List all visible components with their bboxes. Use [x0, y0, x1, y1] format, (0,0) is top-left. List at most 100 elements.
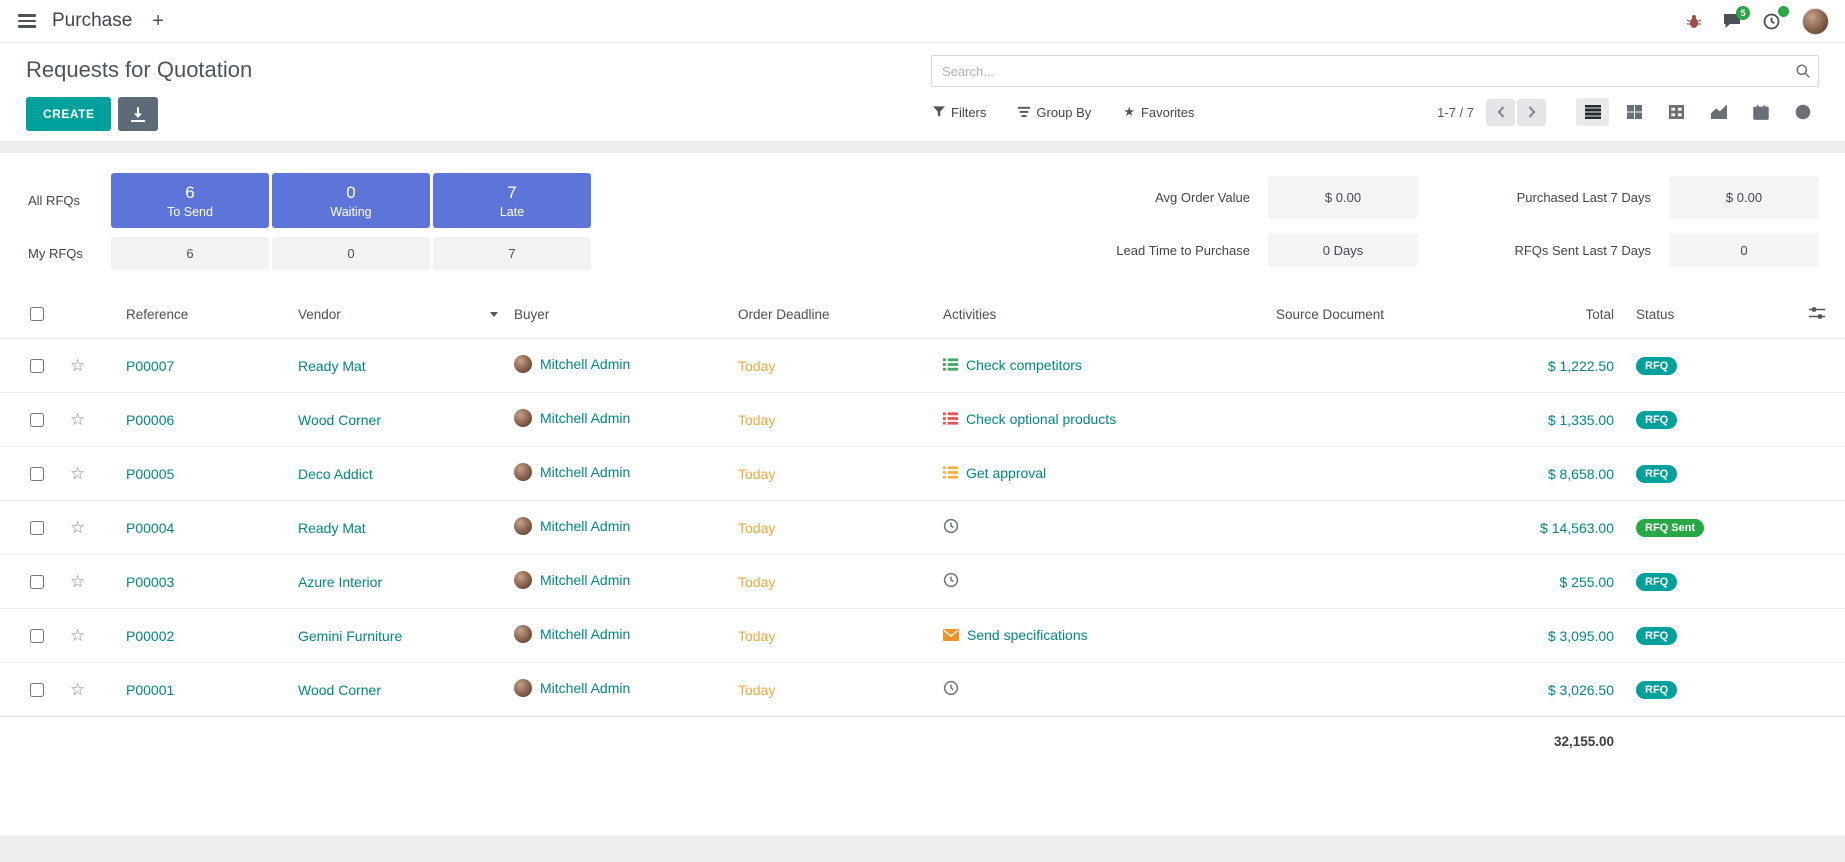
vendor-cell: Deco Addict — [290, 447, 506, 501]
favorite-star-icon[interactable]: ☆ — [70, 627, 85, 644]
activity-icon[interactable] — [943, 466, 958, 479]
activity-icon[interactable] — [943, 629, 959, 641]
favorites-button[interactable]: ★ Favorites — [1121, 100, 1196, 124]
late-count: 7 — [507, 183, 516, 203]
order-deadline-cell: Today — [730, 447, 935, 501]
app-name[interactable]: Purchase — [52, 10, 132, 32]
activity-icon[interactable] — [943, 412, 958, 425]
reference-cell: P00002 — [118, 609, 290, 663]
search-icon[interactable] — [1791, 59, 1815, 86]
view-switcher-list[interactable] — [1576, 98, 1609, 126]
tile-my-late[interactable]: 7 — [433, 237, 591, 270]
purchased-last-7-days: $ 0.00 — [1669, 176, 1819, 219]
row-checkbox[interactable] — [30, 521, 44, 535]
row-checkbox[interactable] — [30, 683, 44, 697]
table-row[interactable]: ☆ P00001 Wood Corner Mitchell Admin Toda… — [0, 663, 1845, 717]
pager-previous-button[interactable] — [1486, 99, 1515, 126]
row-checkbox[interactable] — [30, 467, 44, 481]
table-row[interactable]: ☆ P00005 Deco Addict Mitchell Admin Toda… — [0, 447, 1845, 501]
favorite-star-icon[interactable]: ☆ — [70, 519, 85, 536]
reference-cell: P00003 — [118, 555, 290, 609]
table-row[interactable]: ☆ P00007 Ready Mat Mitchell Admin Today … — [0, 339, 1845, 393]
activity-icon[interactable] — [943, 518, 959, 534]
favorite-star-icon[interactable]: ☆ — [70, 465, 85, 482]
total-cell: $ 255.00 — [1448, 555, 1628, 609]
table-row[interactable]: ☆ P00003 Azure Interior Mitchell Admin T… — [0, 555, 1845, 609]
vendor-cell: Gemini Furniture — [290, 609, 506, 663]
row-checkbox[interactable] — [30, 359, 44, 373]
view-switcher-kanban[interactable] — [1618, 98, 1651, 126]
activity-label[interactable]: Send specifications — [967, 627, 1088, 643]
filters-button[interactable]: Filters — [931, 100, 988, 124]
tile-late[interactable]: 7 Late — [433, 173, 591, 228]
table-row[interactable]: ☆ P00006 Wood Corner Mitchell Admin Toda… — [0, 393, 1845, 447]
activity-icon[interactable] — [943, 572, 959, 588]
buyer-avatar — [514, 625, 532, 643]
status-badge: RFQ — [1636, 573, 1677, 591]
header-status[interactable]: Status — [1628, 290, 1768, 339]
lead-time-value: 0 Days — [1268, 233, 1418, 267]
view-switcher-calendar[interactable] — [1744, 98, 1777, 126]
messages-button[interactable]: 5 — [1723, 13, 1741, 29]
activities-cell: Check optional products — [935, 393, 1268, 447]
activity-label[interactable]: Check competitors — [966, 357, 1082, 373]
activity-icon[interactable] — [943, 680, 959, 696]
row-checkbox[interactable] — [30, 575, 44, 589]
total-cell: $ 14,563.00 — [1448, 501, 1628, 555]
activity-label[interactable]: Check optional products — [966, 411, 1116, 427]
activity-label[interactable]: Get approval — [966, 465, 1046, 481]
favorite-star-icon[interactable]: ☆ — [70, 411, 85, 428]
table-row[interactable]: ☆ P00004 Ready Mat Mitchell Admin Today … — [0, 501, 1845, 555]
pivot-view-icon — [1669, 105, 1684, 119]
total-cell: $ 3,095.00 — [1448, 609, 1628, 663]
header-total[interactable]: Total — [1448, 290, 1628, 339]
header-reference[interactable]: Reference — [118, 290, 290, 339]
buyer-avatar — [514, 517, 532, 535]
create-button[interactable]: CREATE — [26, 97, 111, 131]
header-activities[interactable]: Activities — [935, 290, 1268, 339]
row-checkbox[interactable] — [30, 413, 44, 427]
tile-my-waiting[interactable]: 0 — [272, 237, 430, 270]
list-view-icon — [1585, 105, 1601, 119]
kanban-view-icon — [1627, 105, 1642, 119]
user-avatar[interactable] — [1802, 8, 1829, 35]
favorites-star-icon: ★ — [1123, 104, 1135, 120]
header-vendor[interactable]: Vendor — [290, 290, 506, 339]
buyer-cell: Mitchell Admin — [506, 447, 730, 501]
favorite-star-icon[interactable]: ☆ — [70, 681, 85, 698]
pager-next-button[interactable] — [1517, 99, 1546, 126]
buyer-cell: Mitchell Admin — [506, 339, 730, 393]
tile-waiting[interactable]: 0 Waiting — [272, 173, 430, 228]
row-checkbox[interactable] — [30, 629, 44, 643]
activity-icon[interactable] — [943, 358, 958, 371]
header-order-deadline[interactable]: Order Deadline — [730, 290, 935, 339]
select-all-checkbox[interactable] — [30, 307, 44, 321]
activities-button[interactable] — [1763, 13, 1780, 30]
order-deadline-cell: Today — [730, 339, 935, 393]
view-switcher-graph[interactable] — [1702, 98, 1735, 126]
table-row[interactable]: ☆ P00002 Gemini Furniture Mitchell Admin… — [0, 609, 1845, 663]
total-cell: $ 1,222.50 — [1448, 339, 1628, 393]
tile-my-to-send[interactable]: 6 — [111, 237, 269, 270]
favorite-star-icon[interactable]: ☆ — [70, 573, 85, 590]
table-body: ☆ P00007 Ready Mat Mitchell Admin Today … — [0, 339, 1845, 717]
optional-columns-icon[interactable] — [1809, 308, 1825, 323]
group-by-button[interactable]: Group By — [1016, 100, 1093, 124]
header-source-document[interactable]: Source Document — [1268, 290, 1448, 339]
search-input[interactable] — [931, 55, 1819, 87]
bug-icon[interactable] — [1687, 14, 1701, 29]
favorite-star-icon[interactable]: ☆ — [70, 357, 85, 374]
header-buyer[interactable]: Buyer — [506, 290, 730, 339]
avg-order-value-label: Avg Order Value — [1085, 190, 1250, 205]
tile-to-send[interactable]: 6 To Send — [111, 173, 269, 228]
view-switcher-pivot[interactable] — [1660, 98, 1693, 126]
activities-badge — [1778, 6, 1789, 17]
export-button[interactable] — [118, 97, 158, 131]
lead-time-label: Lead Time to Purchase — [1085, 243, 1250, 258]
messages-badge: 5 — [1736, 6, 1750, 20]
new-tab-button[interactable]: + — [146, 10, 170, 33]
view-switcher-activity[interactable] — [1786, 98, 1819, 126]
total-cell: $ 3,026.50 — [1448, 663, 1628, 717]
apps-menu-icon[interactable] — [16, 10, 38, 32]
my-rfqs-label: My RFQs — [28, 246, 108, 261]
